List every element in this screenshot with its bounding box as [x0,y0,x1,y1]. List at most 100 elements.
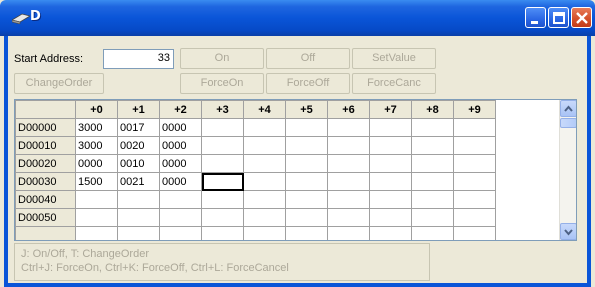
grid-cell[interactable] [285,190,328,209]
grid-cell[interactable] [285,172,328,191]
grid-cell[interactable] [327,118,370,137]
grid-cell[interactable] [159,226,202,240]
start-address-input[interactable]: 33 [103,49,174,69]
forcecanc-button[interactable]: ForceCanc [352,73,436,94]
grid-cell[interactable] [411,136,454,155]
grid-cell[interactable]: 0020 [117,136,160,155]
title-bar[interactable]: D [0,0,595,36]
changeorder-button[interactable]: ChangeOrder [14,73,104,94]
column-header[interactable]: +9 [453,100,496,119]
column-header[interactable]: +4 [243,100,286,119]
grid-cell[interactable] [453,118,496,137]
start-address-label: Start Address: [14,53,84,65]
grid-cell[interactable]: 0000 [159,118,202,137]
data-grid[interactable]: +0 +1 +2 +3 +4 +5 +6 +7 +8 +9 D00000 3000 0017 0000 D0… [14,99,577,241]
grid-cell[interactable] [201,208,244,227]
scroll-thumb[interactable] [560,118,576,128]
grid-cell[interactable] [327,208,370,227]
column-header[interactable]: +6 [327,100,370,119]
grid-cell[interactable] [243,118,286,137]
grid-cell[interactable] [453,172,496,191]
grid-cell[interactable]: 0021 [117,172,160,191]
grid-cell[interactable]: 1500 [75,172,118,191]
off-button[interactable]: Off [266,48,350,69]
scroll-down-button[interactable] [560,223,576,240]
grid-cell[interactable] [285,208,328,227]
grid-cell[interactable] [327,172,370,191]
grid-cell[interactable] [285,136,328,155]
vertical-scrollbar[interactable] [559,100,576,240]
grid-cell[interactable] [453,226,496,240]
grid-cell[interactable] [201,172,244,191]
column-header[interactable]: +8 [411,100,454,119]
grid-cell[interactable] [285,226,328,240]
grid-cell[interactable] [201,154,244,173]
grid-cell[interactable] [117,190,160,209]
grid-cell[interactable] [75,190,118,209]
grid-cell[interactable] [411,118,454,137]
grid-cell[interactable] [453,190,496,209]
grid-cell[interactable]: 0000 [159,136,202,155]
forceon-button[interactable]: ForceOn [180,73,264,94]
grid-cell[interactable] [159,208,202,227]
scroll-up-button[interactable] [560,100,576,117]
close-button[interactable] [571,7,592,28]
grid-cell[interactable] [411,190,454,209]
grid-cell[interactable] [243,172,286,191]
grid-cell[interactable] [285,118,328,137]
grid-cell[interactable] [369,136,412,155]
grid-cell[interactable]: 0000 [159,172,202,191]
grid-cell[interactable] [369,154,412,173]
grid-cell[interactable] [411,208,454,227]
maximize-button[interactable] [548,7,569,28]
column-header[interactable]: +7 [369,100,412,119]
grid-cell[interactable] [243,154,286,173]
grid-cell[interactable] [243,136,286,155]
grid-cell[interactable] [411,226,454,240]
setvalue-button[interactable]: SetValue [352,48,436,69]
grid-cell[interactable] [201,190,244,209]
grid-cell[interactable] [75,208,118,227]
grid-cell[interactable] [201,226,244,240]
grid-cell[interactable] [117,208,160,227]
column-header[interactable]: +3 [201,100,244,119]
grid-cell[interactable] [411,172,454,191]
grid-cell[interactable] [369,190,412,209]
grid-cell[interactable]: 3000 [75,136,118,155]
column-header[interactable]: +5 [285,100,328,119]
column-header[interactable]: +2 [159,100,202,119]
grid-cell[interactable] [369,208,412,227]
grid-cell[interactable] [369,172,412,191]
grid-cell[interactable]: 0000 [75,154,118,173]
close-icon [576,12,588,24]
grid-cell[interactable] [243,226,286,240]
grid-cell[interactable] [369,226,412,240]
column-header[interactable]: +1 [117,100,160,119]
grid-cell[interactable] [201,136,244,155]
column-header[interactable]: +0 [75,100,118,119]
grid-cell[interactable] [411,154,454,173]
grid-cell[interactable] [453,154,496,173]
shortcut-hint-line-1: J: On/Off, T: ChangeOrder [21,248,149,260]
grid-cell[interactable] [327,154,370,173]
forceoff-button[interactable]: ForceOff [266,73,350,94]
grid-cell[interactable]: 0010 [117,154,160,173]
grid-cell[interactable] [327,226,370,240]
grid-cell[interactable] [117,226,160,240]
grid-cell[interactable]: 0017 [117,118,160,137]
on-button[interactable]: On [180,48,264,69]
grid-cell[interactable] [243,208,286,227]
grid-cell[interactable]: 3000 [75,118,118,137]
grid-cell[interactable] [369,118,412,137]
minimize-button[interactable] [525,7,546,28]
grid-cell[interactable]: 0000 [159,154,202,173]
grid-cell[interactable] [327,190,370,209]
grid-cell[interactable] [453,136,496,155]
grid-cell[interactable] [201,118,244,137]
grid-cell[interactable] [243,190,286,209]
grid-cell[interactable] [75,226,118,240]
grid-cell[interactable] [285,154,328,173]
grid-cell[interactable] [327,136,370,155]
grid-cell[interactable] [453,208,496,227]
grid-cell[interactable] [159,190,202,209]
